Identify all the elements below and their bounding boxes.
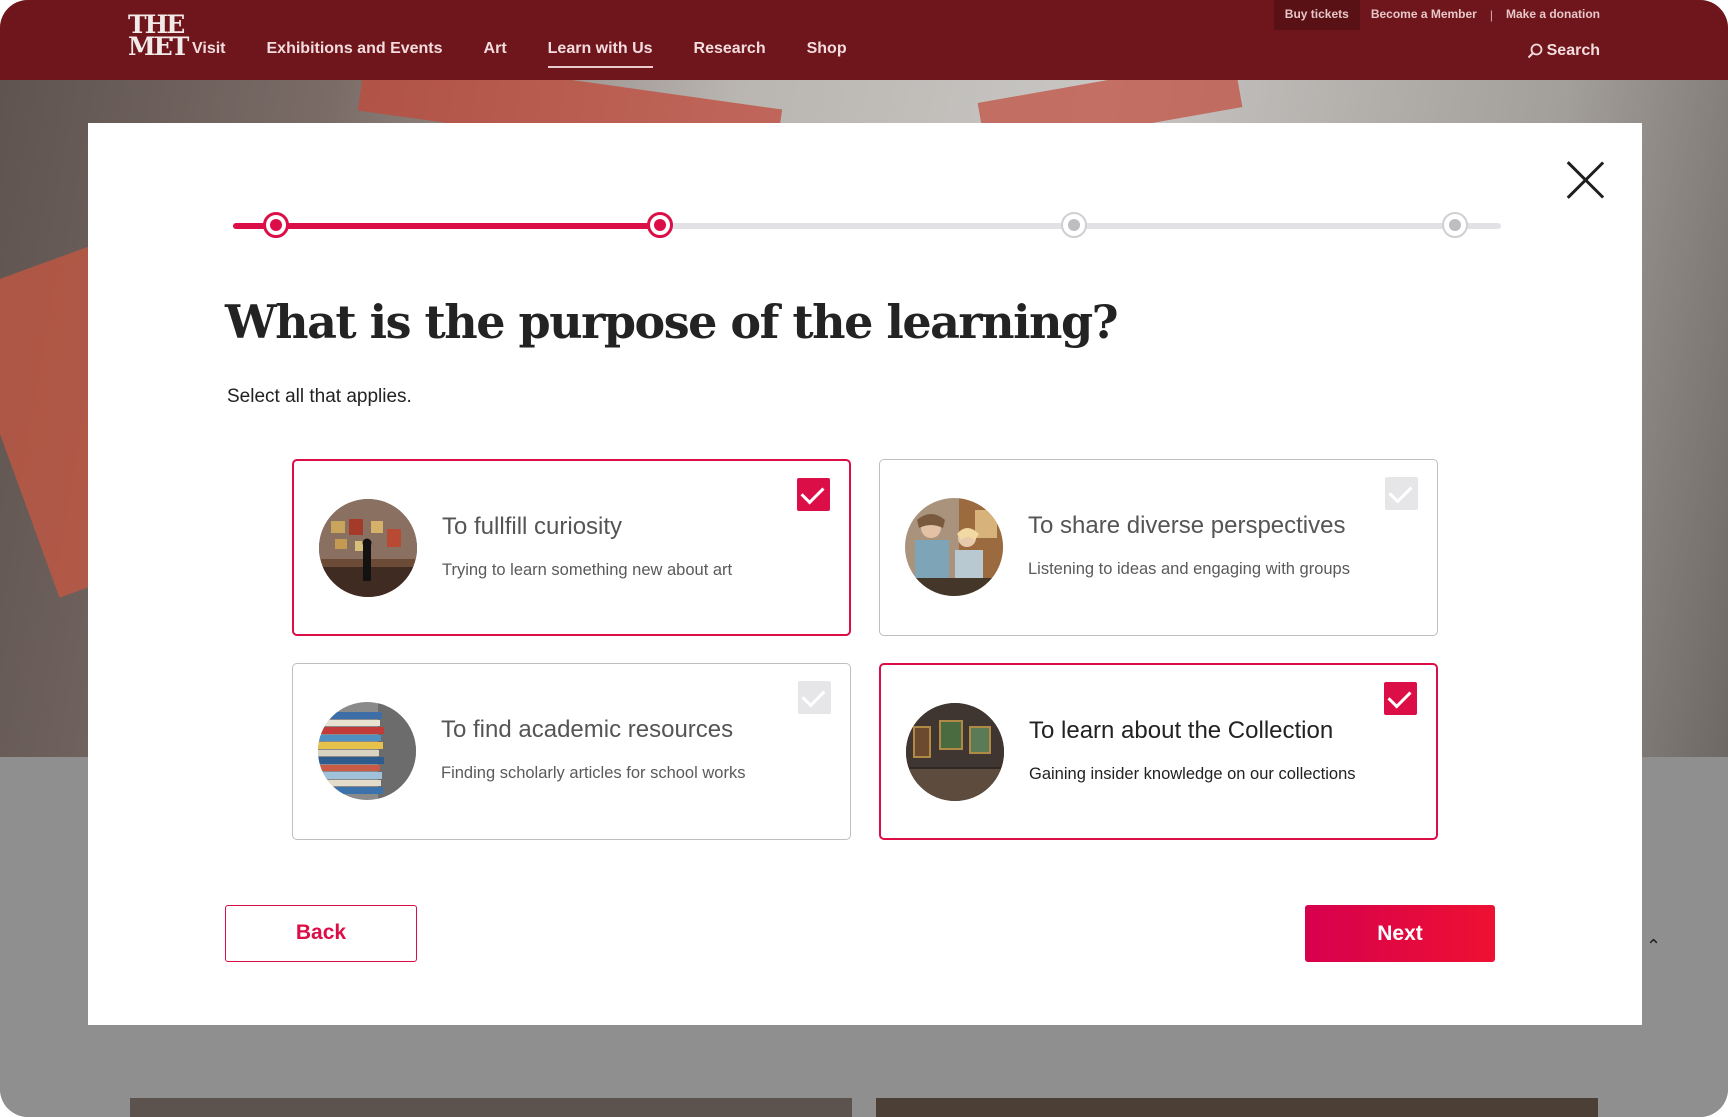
learning-purpose-modal: What is the purpose of the learning? Sel…	[88, 123, 1642, 1025]
close-icon[interactable]	[1566, 161, 1604, 199]
option-title: To share diverse perspectives	[1028, 512, 1346, 539]
nav-exhibitions[interactable]: Exhibitions and Events	[267, 40, 443, 68]
nav-learn-with-us[interactable]: Learn with Us	[547, 40, 653, 68]
option-description: Gaining insider knowledge on our collect…	[1029, 765, 1356, 783]
gallery-room-photo	[906, 703, 1004, 801]
site-header: THE MET Visit Exhibitions and Events Art…	[0, 0, 1728, 80]
search-label: Search	[1546, 42, 1600, 59]
step-3[interactable]	[1061, 212, 1087, 238]
option-title: To fullfill curiosity	[442, 513, 623, 540]
option-description: Trying to learn something new about art	[442, 561, 733, 579]
step-2[interactable]	[647, 212, 673, 238]
utility-nav: Buy tickets Become a Member | Make a don…	[1273, 0, 1600, 30]
become-member-link[interactable]: Become a Member	[1360, 0, 1488, 30]
scroll-up-icon[interactable]: ⌃	[1646, 936, 1661, 957]
option-title: To learn about the Collection	[1029, 717, 1334, 744]
buy-tickets-link[interactable]: Buy tickets	[1273, 0, 1360, 30]
option-academic-resources[interactable]: To find academic resources Finding schol…	[292, 663, 851, 840]
checkbox-checked[interactable]	[1384, 682, 1417, 715]
checkbox-checked[interactable]	[797, 478, 830, 511]
utility-separator: |	[1489, 8, 1493, 22]
checkbox-unchecked[interactable]	[798, 681, 831, 714]
gallery-visitor-photo	[319, 499, 417, 597]
step-1[interactable]	[263, 212, 289, 238]
search-icon	[1527, 43, 1543, 59]
option-diverse-perspectives[interactable]: To share diverse perspectives Listening …	[879, 459, 1438, 636]
main-nav: Visit Exhibitions and Events Art Learn w…	[192, 40, 888, 68]
modal-title: What is the purpose of the learning?	[225, 295, 1119, 349]
card-thumbnail	[130, 1098, 852, 1117]
option-title: To find academic resources	[441, 716, 734, 743]
progress-fill	[233, 223, 660, 229]
logo-line-2: MET	[128, 32, 189, 61]
nav-shop[interactable]: Shop	[807, 40, 847, 68]
next-button[interactable]: Next	[1305, 905, 1495, 962]
met-logo[interactable]: THE MET	[128, 12, 189, 62]
modal-subtitle: Select all that applies.	[227, 386, 412, 407]
progress-stepper	[233, 212, 1501, 238]
book-stack-photo	[318, 702, 416, 800]
browser-frame: THE MET Visit Exhibitions and Events Art…	[0, 0, 1728, 1117]
nav-research[interactable]: Research	[694, 40, 766, 68]
option-description: Listening to ideas and engaging with gro…	[1028, 560, 1350, 578]
card-thumbnail	[876, 1098, 1598, 1117]
back-button[interactable]: Back	[225, 905, 417, 962]
checkbox-unchecked[interactable]	[1385, 477, 1418, 510]
donate-link[interactable]: Make a donation	[1495, 0, 1600, 30]
option-learn-collection[interactable]: To learn about the Collection Gaining in…	[879, 663, 1438, 840]
group-discussion-photo	[905, 498, 1003, 596]
search-button[interactable]: Search	[1527, 42, 1600, 60]
step-4[interactable]	[1442, 212, 1468, 238]
option-description: Finding scholarly articles for school wo…	[441, 764, 746, 782]
nav-visit[interactable]: Visit	[192, 40, 226, 68]
option-curiosity[interactable]: To fullfill curiosity Trying to learn so…	[292, 459, 851, 636]
nav-art[interactable]: Art	[484, 40, 507, 68]
